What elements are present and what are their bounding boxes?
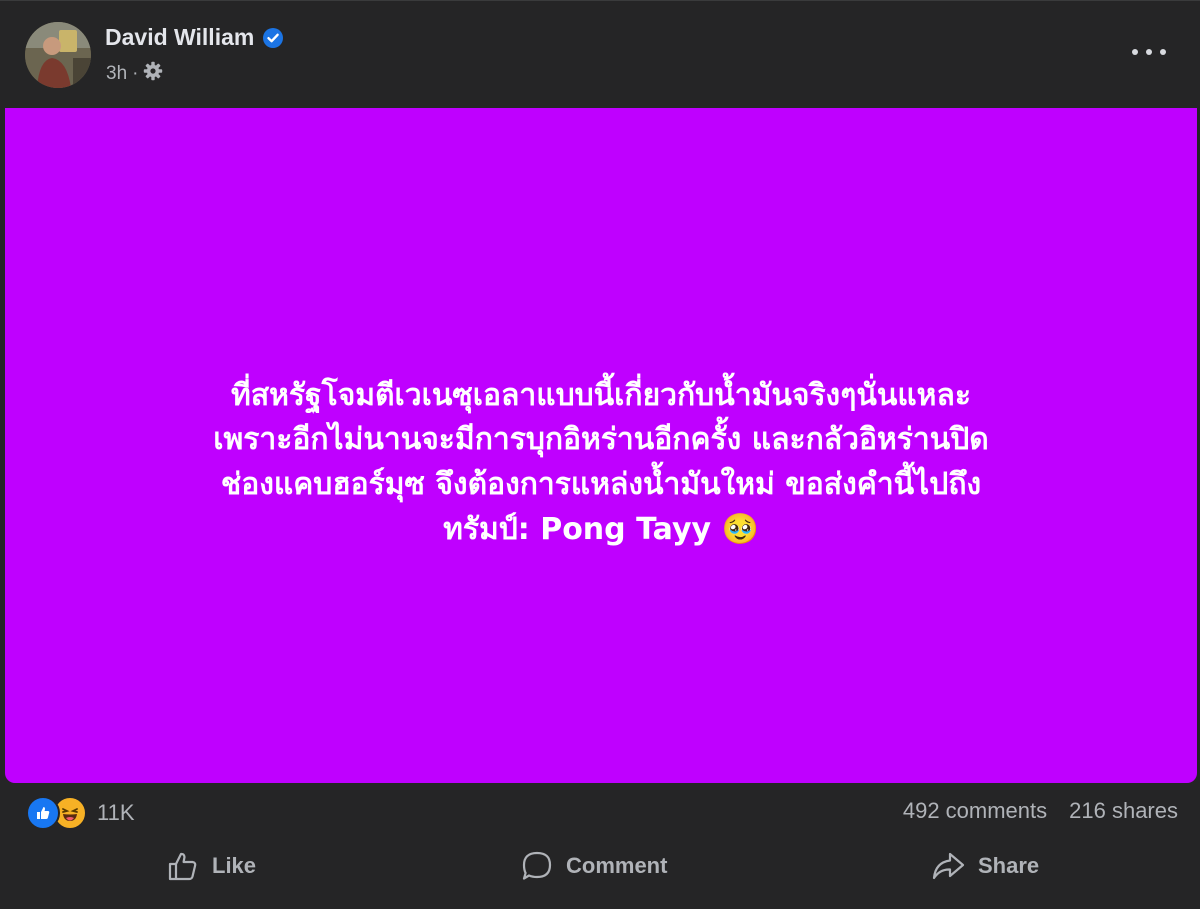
more-dot xyxy=(1132,49,1138,55)
engagement-counts: 492 comments 216 shares xyxy=(903,798,1178,824)
share-label: Share xyxy=(978,853,1040,878)
post-meta: 3h · xyxy=(106,61,163,87)
share-button[interactable]: Share xyxy=(930,846,1039,886)
post-text-line: ทรัมป์: Pong Tayy 🥹 xyxy=(443,511,759,547)
more-dot xyxy=(1146,49,1152,55)
avatar[interactable] xyxy=(25,22,91,88)
comment-label: Comment xyxy=(566,853,668,878)
like-button[interactable]: Like xyxy=(166,846,256,886)
post-text-line: ช่องแคบฮอร์มุซ จึงต้องการแหล่งน้ำมันใหม่… xyxy=(220,467,982,502)
like-label: Like xyxy=(212,853,257,878)
post-text: ที่สหรัฐโจมตีเวเนซุเอลาแบบนี้เกี่ยวกับน้… xyxy=(41,374,1161,553)
like-icon xyxy=(26,796,60,830)
more-options-icon[interactable] xyxy=(1132,44,1166,60)
verified-badge-icon xyxy=(262,27,284,49)
shares-count[interactable]: 216 shares xyxy=(1069,798,1178,824)
author-name[interactable]: David William xyxy=(105,24,254,51)
comment-button[interactable]: Comment xyxy=(520,846,667,886)
post-stats: 11K 492 comments 216 shares xyxy=(0,786,1200,838)
post-background: ที่สหรัฐโจมตีเวเนซุเอลาแบบนี้เกี่ยวกับน้… xyxy=(5,108,1197,783)
meta-separator: · xyxy=(132,63,139,84)
gear-icon[interactable] xyxy=(143,61,163,87)
post-time[interactable]: 3h xyxy=(106,63,127,85)
post-header: David William 3h · xyxy=(0,0,1200,108)
comments-count[interactable]: 492 comments xyxy=(903,798,1047,824)
more-dot xyxy=(1160,49,1166,55)
post-card: David William 3h · ที่สหรัฐโจมตีเวเนซุเอ… xyxy=(0,0,1200,909)
reactions-summary[interactable]: 11K xyxy=(26,796,135,830)
share-arrow-icon xyxy=(930,849,966,883)
action-bar: Like Comment Share xyxy=(0,838,1200,892)
comment-bubble-icon xyxy=(520,849,554,883)
post-text-line: ที่สหรัฐโจมตีเวเนซุเอลาแบบนี้เกี่ยวกับน้… xyxy=(231,377,971,413)
reaction-count: 11K xyxy=(97,800,135,825)
post-text-line: เพราะอีกไม่นานจะมีการบุกอิหร่านอีกครั้ง … xyxy=(213,422,989,458)
thumbs-up-icon xyxy=(166,849,200,883)
author-row: David William xyxy=(105,24,284,51)
